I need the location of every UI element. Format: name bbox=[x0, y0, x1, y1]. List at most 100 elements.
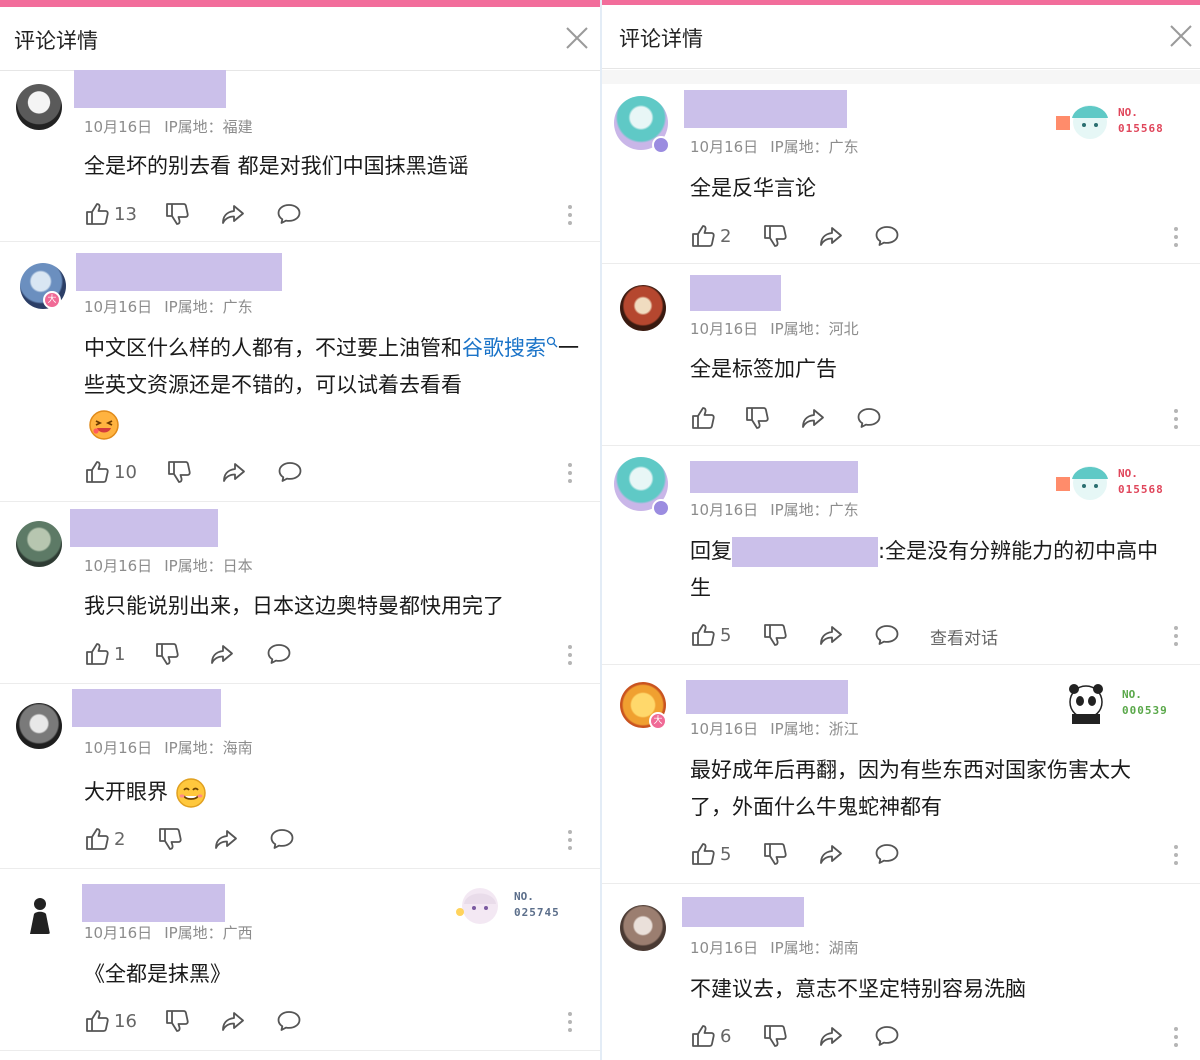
comment-ip: IP属地：河北 bbox=[770, 320, 859, 338]
thumbs-down-icon bbox=[744, 405, 770, 431]
more-icon[interactable] bbox=[1171, 1025, 1181, 1049]
like-button[interactable] bbox=[690, 403, 720, 433]
view-thread-link[interactable]: 查看对话 bbox=[930, 624, 998, 649]
fan-number-badge: NO. 015568 bbox=[1054, 98, 1194, 148]
reply-button[interactable] bbox=[874, 221, 900, 251]
like-button[interactable]: 10 bbox=[84, 457, 137, 487]
share-button[interactable] bbox=[818, 1021, 844, 1051]
username-redacted[interactable] bbox=[682, 897, 804, 927]
reply-button[interactable] bbox=[276, 1006, 302, 1036]
thumbs-down-icon bbox=[166, 459, 192, 485]
reply-target-redacted[interactable] bbox=[732, 537, 878, 567]
avatar[interactable] bbox=[620, 905, 666, 951]
avatar[interactable] bbox=[16, 84, 62, 130]
action-row bbox=[690, 403, 1190, 433]
share-button[interactable] bbox=[818, 620, 844, 650]
more-icon[interactable] bbox=[565, 1010, 575, 1034]
like-button[interactable]: 2 bbox=[84, 824, 125, 854]
anime-mascot-badge-icon bbox=[1056, 466, 1108, 500]
fan-number-label: NO. bbox=[1122, 688, 1142, 701]
reply-button[interactable] bbox=[874, 1021, 900, 1051]
dislike-button[interactable] bbox=[164, 199, 190, 229]
search-link[interactable]: 谷歌搜索 bbox=[462, 336, 558, 360]
avatar[interactable] bbox=[620, 285, 666, 331]
share-button[interactable] bbox=[213, 824, 239, 854]
comment-item: 大 10月16日 IP属地：广东 中文区什么样的人都有，不过要上油管和谷歌搜索 一些… bbox=[0, 243, 600, 502]
dislike-button[interactable] bbox=[762, 620, 788, 650]
thumbs-up-icon bbox=[690, 622, 716, 648]
like-button[interactable]: 5 bbox=[690, 620, 731, 650]
comment-item: 10月16日 IP属地：海南 大开眼界 2 bbox=[0, 685, 600, 869]
dislike-button[interactable] bbox=[762, 839, 788, 869]
close-icon[interactable] bbox=[1168, 23, 1194, 49]
fan-number-badge: NO. 000539 bbox=[1058, 680, 1198, 730]
comment-text: 我只能说别出来，日本这边奥特曼都快用完了 bbox=[84, 594, 504, 618]
comment-meta: 10月16日 IP属地：广东 bbox=[690, 136, 859, 157]
more-icon[interactable] bbox=[565, 643, 575, 667]
like-button[interactable]: 6 bbox=[690, 1021, 731, 1051]
share-icon bbox=[818, 223, 844, 249]
comment-date: 10月16日 bbox=[690, 939, 759, 957]
reply-button[interactable] bbox=[269, 824, 295, 854]
share-button[interactable] bbox=[818, 839, 844, 869]
dislike-button[interactable] bbox=[164, 1006, 190, 1036]
thumbs-down-icon bbox=[762, 1023, 788, 1049]
more-icon[interactable] bbox=[1171, 624, 1181, 648]
avatar[interactable] bbox=[16, 890, 62, 936]
avatar[interactable] bbox=[16, 521, 62, 567]
panda-badge-icon bbox=[1069, 684, 1103, 724]
reply-button[interactable] bbox=[276, 199, 302, 229]
vip-badge-icon bbox=[652, 136, 670, 154]
fan-number: 000539 bbox=[1122, 704, 1168, 717]
share-button[interactable] bbox=[800, 403, 826, 433]
thumbs-up-icon bbox=[84, 1008, 110, 1034]
thumbs-up-icon bbox=[84, 826, 110, 852]
share-button[interactable] bbox=[221, 457, 247, 487]
dislike-button[interactable] bbox=[762, 221, 788, 251]
username-redacted[interactable] bbox=[82, 884, 225, 922]
username-redacted[interactable] bbox=[690, 275, 781, 311]
more-icon[interactable] bbox=[565, 828, 575, 852]
comment-ip: IP属地：广西 bbox=[164, 924, 253, 942]
like-button[interactable]: 16 bbox=[84, 1006, 137, 1036]
action-row: 2 bbox=[690, 221, 1190, 251]
share-button[interactable] bbox=[220, 1006, 246, 1036]
reply-button[interactable] bbox=[856, 403, 882, 433]
dislike-button[interactable] bbox=[154, 639, 180, 669]
more-icon[interactable] bbox=[1171, 843, 1181, 867]
avatar[interactable] bbox=[16, 703, 62, 749]
reply-button[interactable] bbox=[874, 620, 900, 650]
like-button[interactable]: 2 bbox=[690, 221, 731, 251]
more-icon[interactable] bbox=[1171, 225, 1181, 249]
username-redacted[interactable] bbox=[74, 70, 226, 108]
dislike-button[interactable] bbox=[157, 824, 183, 854]
thumbs-down-icon bbox=[157, 826, 183, 852]
more-icon[interactable] bbox=[565, 461, 575, 485]
dislike-button[interactable] bbox=[166, 457, 192, 487]
username-redacted[interactable] bbox=[70, 509, 218, 547]
like-button[interactable]: 13 bbox=[84, 199, 137, 229]
thumbs-up-icon bbox=[84, 201, 110, 227]
search-link-label: 谷歌搜索 bbox=[462, 336, 546, 360]
share-button[interactable] bbox=[220, 199, 246, 229]
dislike-button[interactable] bbox=[762, 1021, 788, 1051]
username-redacted[interactable] bbox=[72, 689, 221, 727]
comment-date: 10月16日 bbox=[84, 739, 153, 757]
like-count: 5 bbox=[720, 843, 732, 865]
reply-button[interactable] bbox=[266, 639, 292, 669]
dislike-button[interactable] bbox=[744, 403, 770, 433]
username-redacted[interactable] bbox=[686, 680, 848, 714]
reply-button[interactable] bbox=[874, 839, 900, 869]
close-icon[interactable] bbox=[564, 25, 590, 51]
like-button[interactable]: 1 bbox=[84, 639, 125, 669]
comment-text-part: :全是没有分辨能力的初中高中 bbox=[878, 539, 1159, 563]
reply-button[interactable] bbox=[277, 457, 303, 487]
like-button[interactable]: 5 bbox=[690, 839, 731, 869]
more-icon[interactable] bbox=[1171, 407, 1181, 431]
username-redacted[interactable] bbox=[684, 90, 847, 128]
username-redacted[interactable] bbox=[690, 461, 858, 493]
share-button[interactable] bbox=[209, 639, 235, 669]
share-button[interactable] bbox=[818, 221, 844, 251]
username-redacted[interactable] bbox=[76, 253, 282, 291]
more-icon[interactable] bbox=[565, 203, 575, 227]
